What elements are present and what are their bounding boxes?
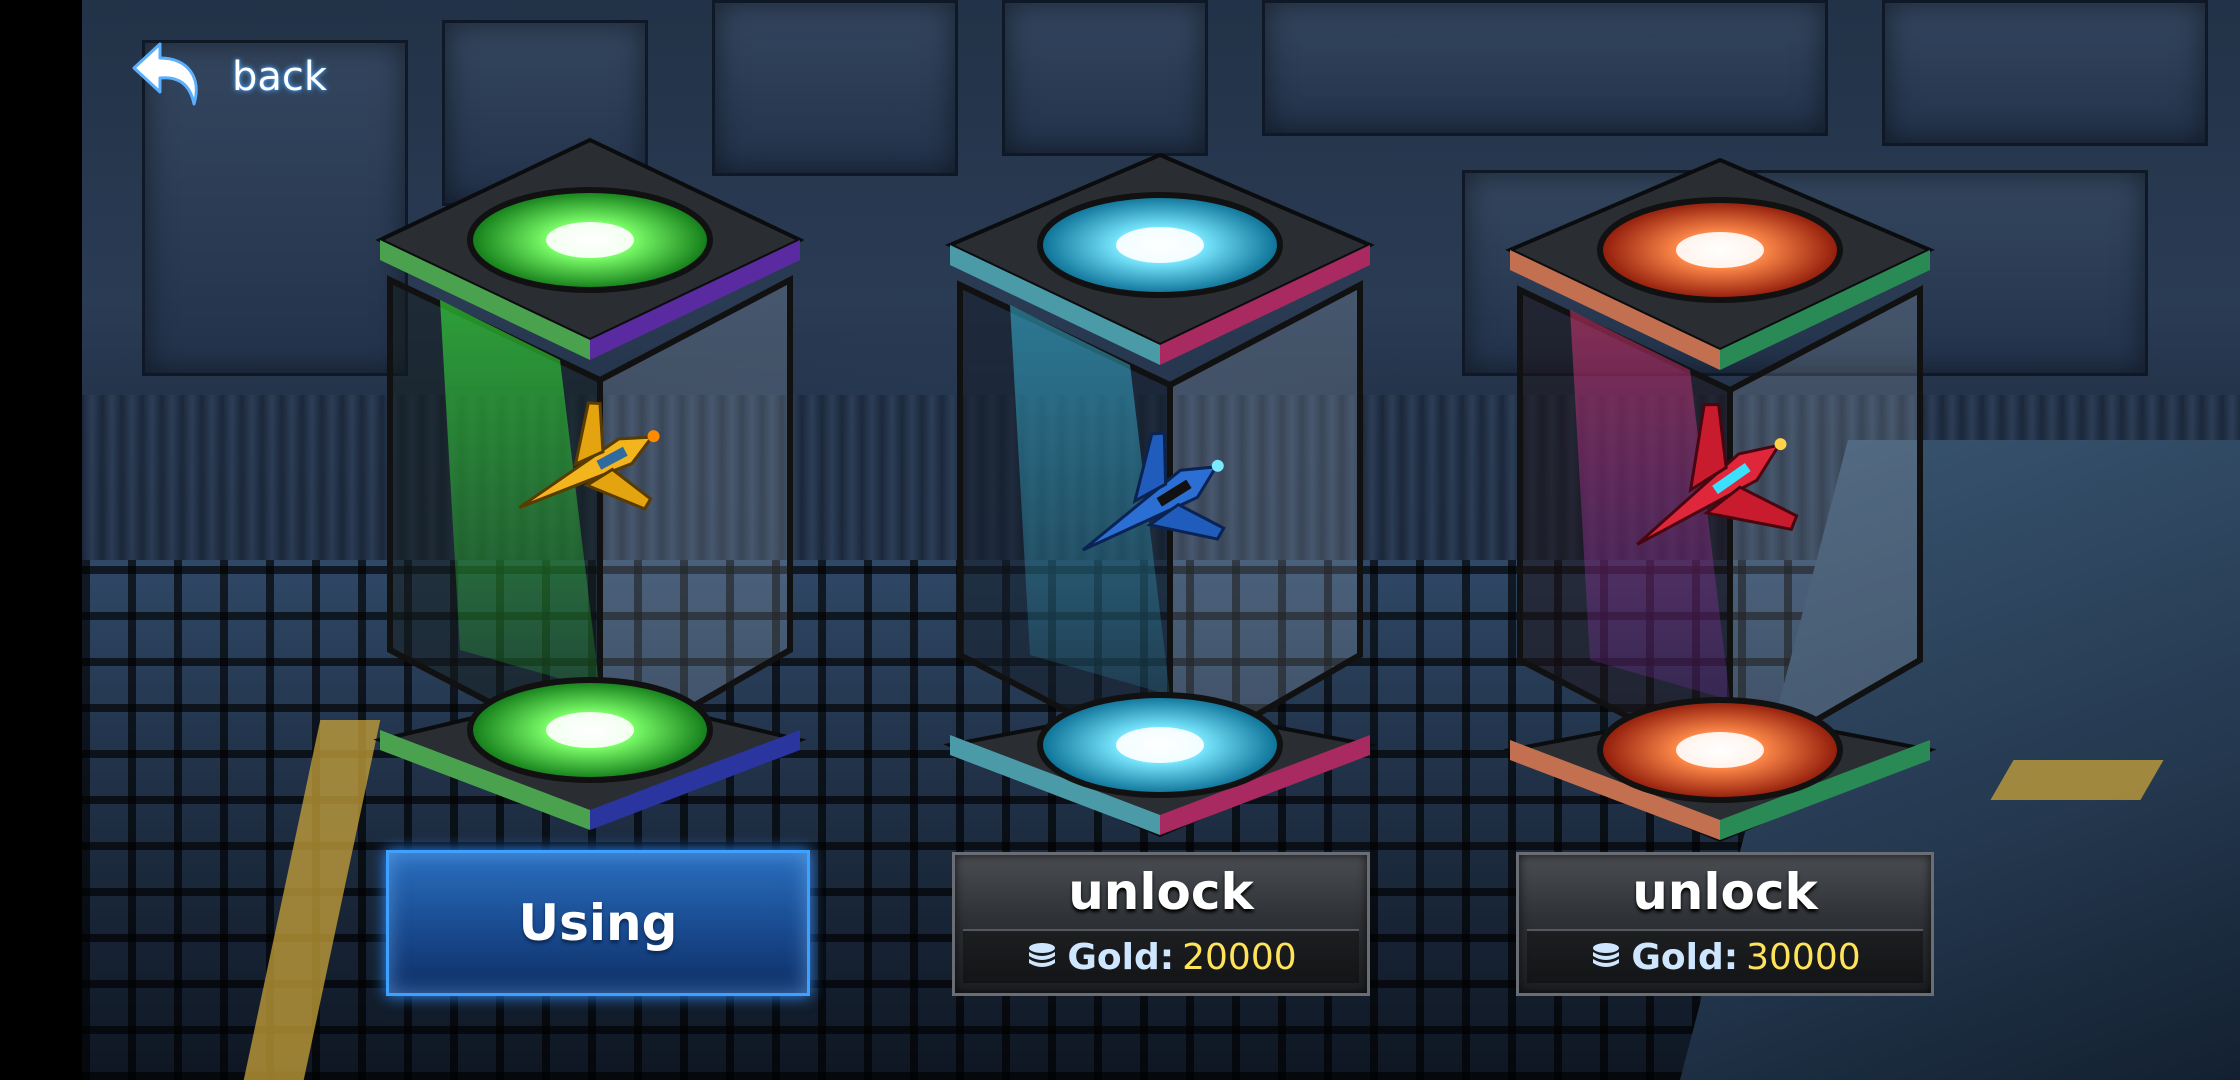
- ship-pod-2[interactable]: [940, 145, 1380, 845]
- unlock-label: unlock: [1632, 863, 1818, 921]
- gold-price: 20000: [1182, 936, 1297, 978]
- ship-capsule-1: [373, 137, 807, 830]
- left-black-border: [0, 0, 82, 1080]
- gold-price: 30000: [1746, 936, 1861, 978]
- wall-panel: [1262, 0, 1828, 136]
- back-label: back: [232, 54, 328, 100]
- price-row: Gold: 30000: [1527, 929, 1923, 983]
- unlock-button-ship-3[interactable]: unlock Gold: 30000: [1516, 852, 1934, 996]
- unlock-button-ship-2[interactable]: unlock Gold: 20000: [952, 852, 1370, 996]
- ship-capsule-3: [1503, 157, 1937, 843]
- gold-coin-stack-icon: [1029, 943, 1056, 967]
- gold-label: Gold:: [1067, 936, 1175, 978]
- ship-pod-3[interactable]: [1500, 150, 1940, 850]
- back-arrow-icon: [132, 42, 198, 106]
- back-button[interactable]: back: [130, 30, 330, 120]
- gold-coin-stack-icon: [1593, 943, 1620, 967]
- using-button[interactable]: Using: [386, 850, 810, 996]
- hazard-stripe: [1990, 760, 2164, 800]
- price-row: Gold: 20000: [963, 929, 1359, 983]
- using-label: Using: [518, 894, 678, 952]
- wall-panel: [1002, 0, 1208, 156]
- gold-label: Gold:: [1631, 936, 1739, 978]
- unlock-label: unlock: [1068, 863, 1254, 921]
- ship-capsule-2: [943, 152, 1377, 838]
- wall-panel: [1882, 0, 2208, 146]
- ship-pod-1[interactable]: [370, 130, 810, 830]
